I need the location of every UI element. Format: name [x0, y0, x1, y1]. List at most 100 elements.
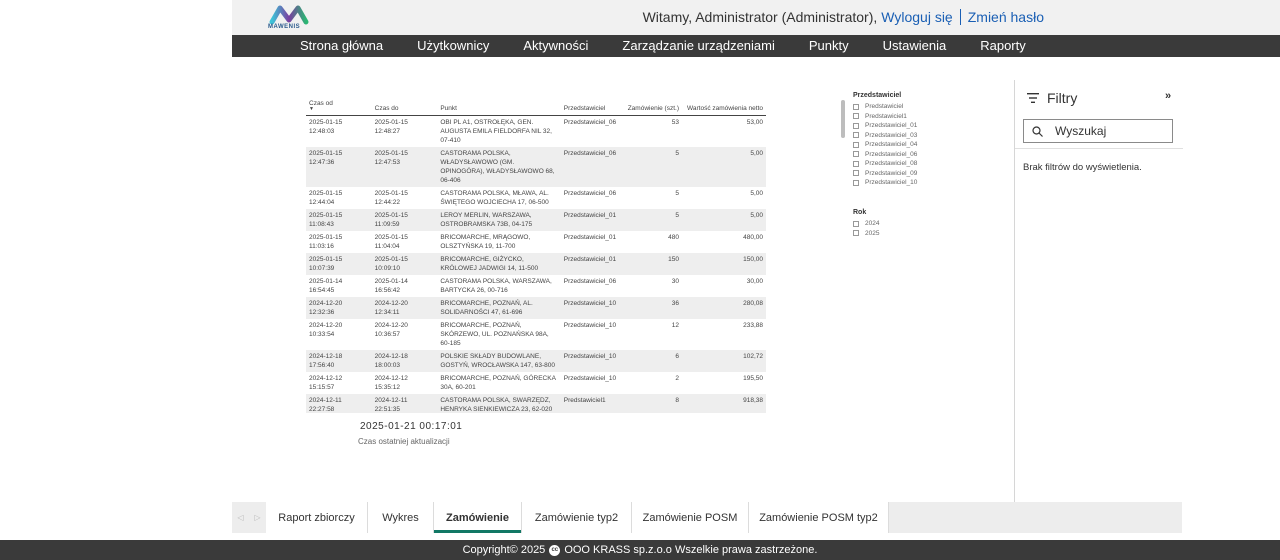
slicer-representative-option[interactable]: Przedstawiciel_03: [853, 131, 917, 141]
checkbox[interactable]: [853, 220, 859, 227]
checkbox[interactable]: [853, 230, 859, 237]
nav-item-points[interactable]: Punkty: [809, 35, 849, 57]
slicer-representative-option[interactable]: Predstawiciel1: [853, 112, 917, 122]
table-row[interactable]: 2025-01-14 16:54:45 2025-01-14 16:56:42 CA…: [306, 275, 766, 297]
nav-item-activities[interactable]: Aktywności: [523, 35, 588, 57]
chevron-right-icon[interactable]: ▷: [254, 513, 260, 522]
slicer-year-option-label: 2025: [865, 229, 880, 237]
cell-representative: Przedstawiciel_06: [563, 190, 617, 197]
chevron-left-icon[interactable]: ◁: [237, 513, 243, 522]
tab-order-type2[interactable]: Zamówienie typ2: [522, 502, 632, 533]
nav-item-users[interactable]: Użytkownicy: [417, 35, 489, 57]
cell-time-to: 2025-01-15 12:47:53: [371, 147, 438, 187]
cell-quantity: 5: [624, 147, 682, 187]
tab-order-posm-type2[interactable]: Zamówienie POSM typ2: [749, 502, 889, 533]
slicer-representative-option[interactable]: Przedstawiciel_01: [853, 121, 917, 131]
slicer-year-title: Rok: [853, 209, 867, 216]
cell-point: BRICOMARCHE, MRĄGOWO, OLSZTYŃSKA 19, 11-…: [440, 234, 531, 250]
cell-net-value: 30,00: [746, 278, 763, 285]
orders-table-body: 2025-01-15 12:48:03 2025-01-15 12:48:27 OB…: [306, 116, 766, 413]
footer-copyright-prefix: Copyright© 2025: [462, 544, 546, 556]
slicer-representative-option[interactable]: Przedstawiciel_04: [853, 140, 917, 150]
cell-point: BRICOMARCHE, POZNAŃ, AL. SOLIDARNOŚCI 47…: [437, 297, 561, 319]
slicer-representative-option[interactable]: Predstawiciel: [853, 102, 917, 112]
checkbox[interactable]: [853, 141, 859, 148]
table-row[interactable]: 2025-01-15 12:48:03 2025-01-15 12:48:27 OB…: [306, 116, 766, 148]
slicer-representative-option[interactable]: Przedstawiciel_10: [853, 178, 917, 188]
cell-time-from: 2024-12-11 22:27:58: [306, 394, 372, 413]
slicer-year-option[interactable]: 2024: [853, 219, 879, 229]
column-header-quantity[interactable]: Zamówienie (szt.): [624, 98, 682, 116]
tab-order-posm[interactable]: Zamówienie POSM: [632, 502, 749, 533]
table-row[interactable]: 2024-12-12 15:15:57 2024-12-12 15:35:12 BR…: [306, 372, 766, 394]
slicer-representative-option[interactable]: Przedstawiciel_08: [853, 159, 917, 169]
cell-net-value: 5,00: [682, 209, 766, 231]
cell-representative: Przedstawiciel_01: [560, 253, 625, 275]
checkbox[interactable]: [853, 151, 859, 158]
column-header-net-value[interactable]: Wartość zamówienia netto: [682, 98, 766, 116]
cell-time-from: 2024-12-12 15:15:57: [309, 375, 343, 391]
checkbox[interactable]: [853, 170, 859, 177]
cell-quantity: 6: [624, 350, 682, 372]
tab-chart[interactable]: Wykres: [368, 502, 434, 533]
checkbox[interactable]: [853, 179, 859, 186]
column-header-point[interactable]: Punkt: [437, 98, 561, 116]
logout-link[interactable]: Wyloguj się: [881, 9, 952, 25]
cell-time-to: 2025-01-15 11:04:04: [374, 234, 408, 250]
column-header-representative[interactable]: Przedstawiciel: [560, 98, 625, 116]
slicer-representative-option[interactable]: Przedstawiciel_06: [853, 150, 917, 160]
table-row[interactable]: 2025-01-15 11:08:43 2025-01-15 11:09:59 LE…: [306, 209, 766, 231]
tab-scroll-arrows: ◁ ▷: [232, 502, 266, 533]
slicer-representative-option-label: Predstawiciel1: [865, 112, 907, 120]
table-row[interactable]: 2025-01-15 12:47:36 2025-01-15 12:47:53 CA…: [306, 147, 766, 187]
change-password-link[interactable]: Zmień hasło: [968, 9, 1044, 25]
slicer-representative-list: Predstawiciel Predstawiciel1 Przedstawicie…: [853, 102, 917, 188]
nav-item-settings[interactable]: Ustawienia: [883, 35, 947, 57]
cell-time-to: 2024-12-12 15:35:12: [374, 375, 408, 391]
filters-search-input[interactable]: [1055, 124, 1165, 138]
slicer-year-option[interactable]: 2025: [853, 229, 879, 239]
nav-item-reports[interactable]: Raporty: [980, 35, 1026, 57]
cell-quantity: 5: [624, 209, 682, 231]
cell-net-value: 5,00: [750, 190, 763, 197]
table-row[interactable]: 2024-12-20 10:33:54 2024-12-20 10:36:57 BR…: [306, 319, 766, 350]
slicer-representative-option[interactable]: Przedstawiciel_09: [853, 169, 917, 179]
cell-net-value: 5,00: [682, 147, 766, 187]
cell-time-from: 2025-01-15 11:08:43: [306, 209, 372, 231]
table-row[interactable]: 2024-12-20 12:32:36 2024-12-20 12:34:11 BR…: [306, 297, 766, 319]
filters-title: Filtry: [1047, 90, 1078, 106]
cell-point: CASTORAMA POLSKA, WARSZAWA, BARTYCKA 26,…: [440, 278, 552, 294]
cell-quantity: 30: [671, 278, 679, 285]
checkbox[interactable]: [853, 122, 859, 129]
tab-summary-report[interactable]: Raport zbiorczy: [266, 502, 368, 533]
column-header-time-from[interactable]: Czas od ▼: [306, 98, 372, 116]
slicer-representative-option-label: Przedstawiciel_01: [865, 122, 918, 130]
filters-search-box[interactable]: [1023, 119, 1173, 143]
slicer-representative: Przedstawiciel Predstawiciel Predstawicie…: [853, 92, 917, 188]
column-header-time-to[interactable]: Czas do: [371, 98, 438, 116]
checkbox[interactable]: [853, 103, 859, 110]
search-icon: [1032, 125, 1043, 137]
slicer-representative-option-label: Przedstawiciel_04: [865, 141, 918, 149]
footer-copyright-suffix: OOO KRASS sp.z.o.o Wszelkie prawa zastrz…: [564, 544, 818, 556]
table-row[interactable]: 2025-01-15 12:44:04 2025-01-15 12:44:22 CA…: [306, 187, 766, 209]
table-row[interactable]: 2024-12-11 22:27:58 2024-12-11 22:51:35 CA…: [306, 394, 766, 413]
cell-quantity: 150: [624, 253, 682, 275]
table-row[interactable]: 2025-01-15 10:07:39 2025-01-15 10:09:10 BR…: [306, 253, 766, 275]
checkbox[interactable]: [853, 132, 859, 139]
checkbox[interactable]: [853, 113, 859, 120]
nav-item-home[interactable]: Strona główna: [300, 35, 383, 57]
table-row[interactable]: 2025-01-15 11:03:16 2025-01-15 11:04:04 BR…: [306, 231, 766, 253]
chevron-right-icon[interactable]: »: [1165, 90, 1171, 102]
table-scrollbar[interactable]: [841, 100, 845, 138]
cell-net-value: 102,72: [682, 350, 766, 372]
filter-icon: [1027, 93, 1039, 103]
orders-table-visual[interactable]: Czas od ▼ Czas do Punkt Przedstawiciel Za…: [306, 98, 768, 413]
tab-order[interactable]: Zamówienie: [434, 502, 522, 533]
tab-label: Zamówienie POSM: [642, 511, 738, 524]
nav-item-device-management[interactable]: Zarządzanie urządzeniami: [622, 35, 774, 57]
cell-time-to: 2024-12-20 12:34:11: [371, 297, 438, 319]
cell-time-to: 2024-12-18 18:00:03: [371, 350, 438, 372]
table-row[interactable]: 2024-12-18 17:56:40 2024-12-18 18:00:03 PO…: [306, 350, 766, 372]
checkbox[interactable]: [853, 160, 859, 167]
